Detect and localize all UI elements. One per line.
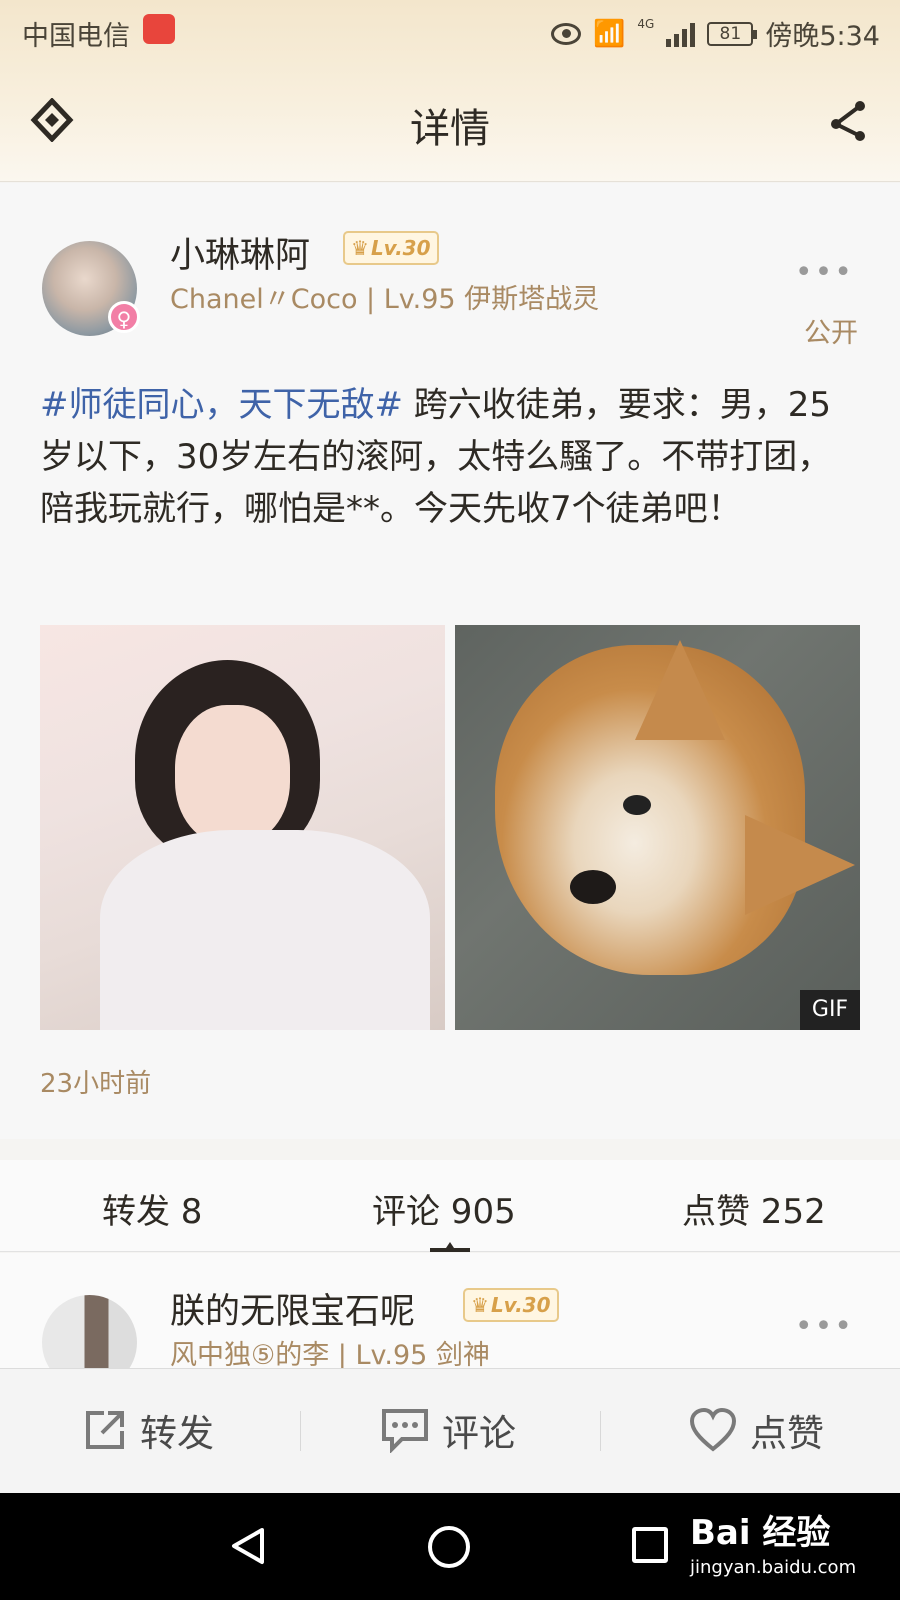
like-label: 点赞 xyxy=(750,1412,824,1455)
heart-icon xyxy=(689,1407,737,1452)
repost-label: 转发 xyxy=(140,1412,214,1455)
nav-back-icon[interactable] xyxy=(230,1526,266,1566)
page-title: 详情 xyxy=(410,106,490,152)
visibility-label: 公开 xyxy=(804,318,858,349)
status-icons: 📶 4G 81 傍晚5:34 xyxy=(551,14,880,53)
repost-icon xyxy=(86,1411,124,1449)
image-face xyxy=(175,705,290,845)
repost-button[interactable]: 转发 xyxy=(82,1403,214,1457)
comment-icon xyxy=(382,1409,428,1453)
level-badge: ♛ Lv.30 xyxy=(343,231,439,265)
divider xyxy=(300,1411,301,1451)
status-bar: 中国电信 📶 4G 81 傍晚5:34 xyxy=(0,0,900,62)
more-options-icon[interactable]: ••• xyxy=(795,255,854,290)
action-bar: 转发 评论 点赞 xyxy=(0,1368,900,1493)
carrier-name: 中国电信 xyxy=(22,21,130,52)
watermark-url: jingyan.baidu.com xyxy=(690,1557,857,1578)
comment-username[interactable]: 朕的无限宝石呢 xyxy=(170,1283,415,1334)
level-badge-text: Lv.30 xyxy=(370,236,431,260)
network-type: 4G xyxy=(637,16,655,31)
post-body: #师徒同心，天下无敌# 跨六收徒弟，要求：男，25岁以下，30岁左右的滚阿，太特… xyxy=(40,379,860,535)
nav-recent-apps-icon[interactable] xyxy=(632,1527,668,1563)
more-options-icon[interactable]: ••• xyxy=(795,1309,854,1344)
level-badge: ♛ Lv.30 xyxy=(463,1288,559,1322)
post-image-gif[interactable]: GIF xyxy=(455,625,860,1030)
active-tab-indicator xyxy=(430,1242,470,1252)
crown-icon: ♛ xyxy=(471,1293,489,1317)
like-button[interactable]: 点赞 xyxy=(688,1403,824,1457)
image-shirt xyxy=(100,830,430,1030)
female-gender-icon: ♀ xyxy=(108,301,140,333)
comment-item[interactable]: 朕的无限宝石呢 ♛ Lv.30 ••• 风中独⑤的李 | Lv.95 剑神 xyxy=(0,1253,900,1368)
tab-likes[interactable]: 点赞 252 xyxy=(682,1184,826,1233)
hashtag-link[interactable]: #师徒同心，天下无敌# xyxy=(40,385,403,425)
tab-comments[interactable]: 评论 905 xyxy=(372,1184,516,1233)
image-dog-ear xyxy=(745,815,855,915)
wifi-icon: 📶 xyxy=(593,18,626,49)
image-dog-nose xyxy=(570,870,616,904)
battery-icon: 81 xyxy=(707,21,758,46)
crown-icon: ♛ xyxy=(351,236,369,260)
carrier-logo xyxy=(143,14,175,44)
stats-tabs: 转发 8 评论 905 点赞 252 xyxy=(0,1160,900,1252)
comment-button[interactable]: 评论 xyxy=(380,1403,516,1457)
system-nav-bar: Bai 经验 jingyan.baidu.com xyxy=(0,1493,900,1600)
divider xyxy=(600,1411,601,1451)
comment-label: 评论 xyxy=(442,1412,516,1455)
signal-icon xyxy=(666,21,696,47)
clock: 傍晚5:34 xyxy=(765,21,880,52)
image-dog-ear xyxy=(635,640,725,740)
post-username[interactable]: 小琳琳阿 xyxy=(170,227,310,278)
post-image-selfie[interactable] xyxy=(40,625,445,1030)
gif-badge: GIF xyxy=(800,990,860,1030)
header: 中国电信 📶 4G 81 傍晚5:34 详情 xyxy=(0,0,900,182)
post-card: ♀ 小琳琳阿 ♛ Lv.30 Chanel〃Coco | Lv.95 伊斯塔战灵 … xyxy=(0,183,900,1139)
eye-comfort-icon xyxy=(551,22,582,45)
level-badge-text: Lv.30 xyxy=(490,1293,551,1317)
image-dog-eye xyxy=(623,795,651,815)
tab-repost[interactable]: 转发 8 xyxy=(102,1184,202,1233)
watermark-brand: Bai 经验 xyxy=(690,1513,831,1553)
avatar[interactable] xyxy=(42,1295,137,1368)
share-icon[interactable] xyxy=(826,98,870,142)
nav-home-icon[interactable] xyxy=(428,1526,470,1568)
comment-user-subtitle: 风中独⑤的李 | Lv.95 剑神 xyxy=(170,1340,490,1368)
post-time: 23小时前 xyxy=(40,1069,152,1099)
post-user-subtitle: Chanel〃Coco | Lv.95 伊斯塔战灵 xyxy=(170,284,600,315)
